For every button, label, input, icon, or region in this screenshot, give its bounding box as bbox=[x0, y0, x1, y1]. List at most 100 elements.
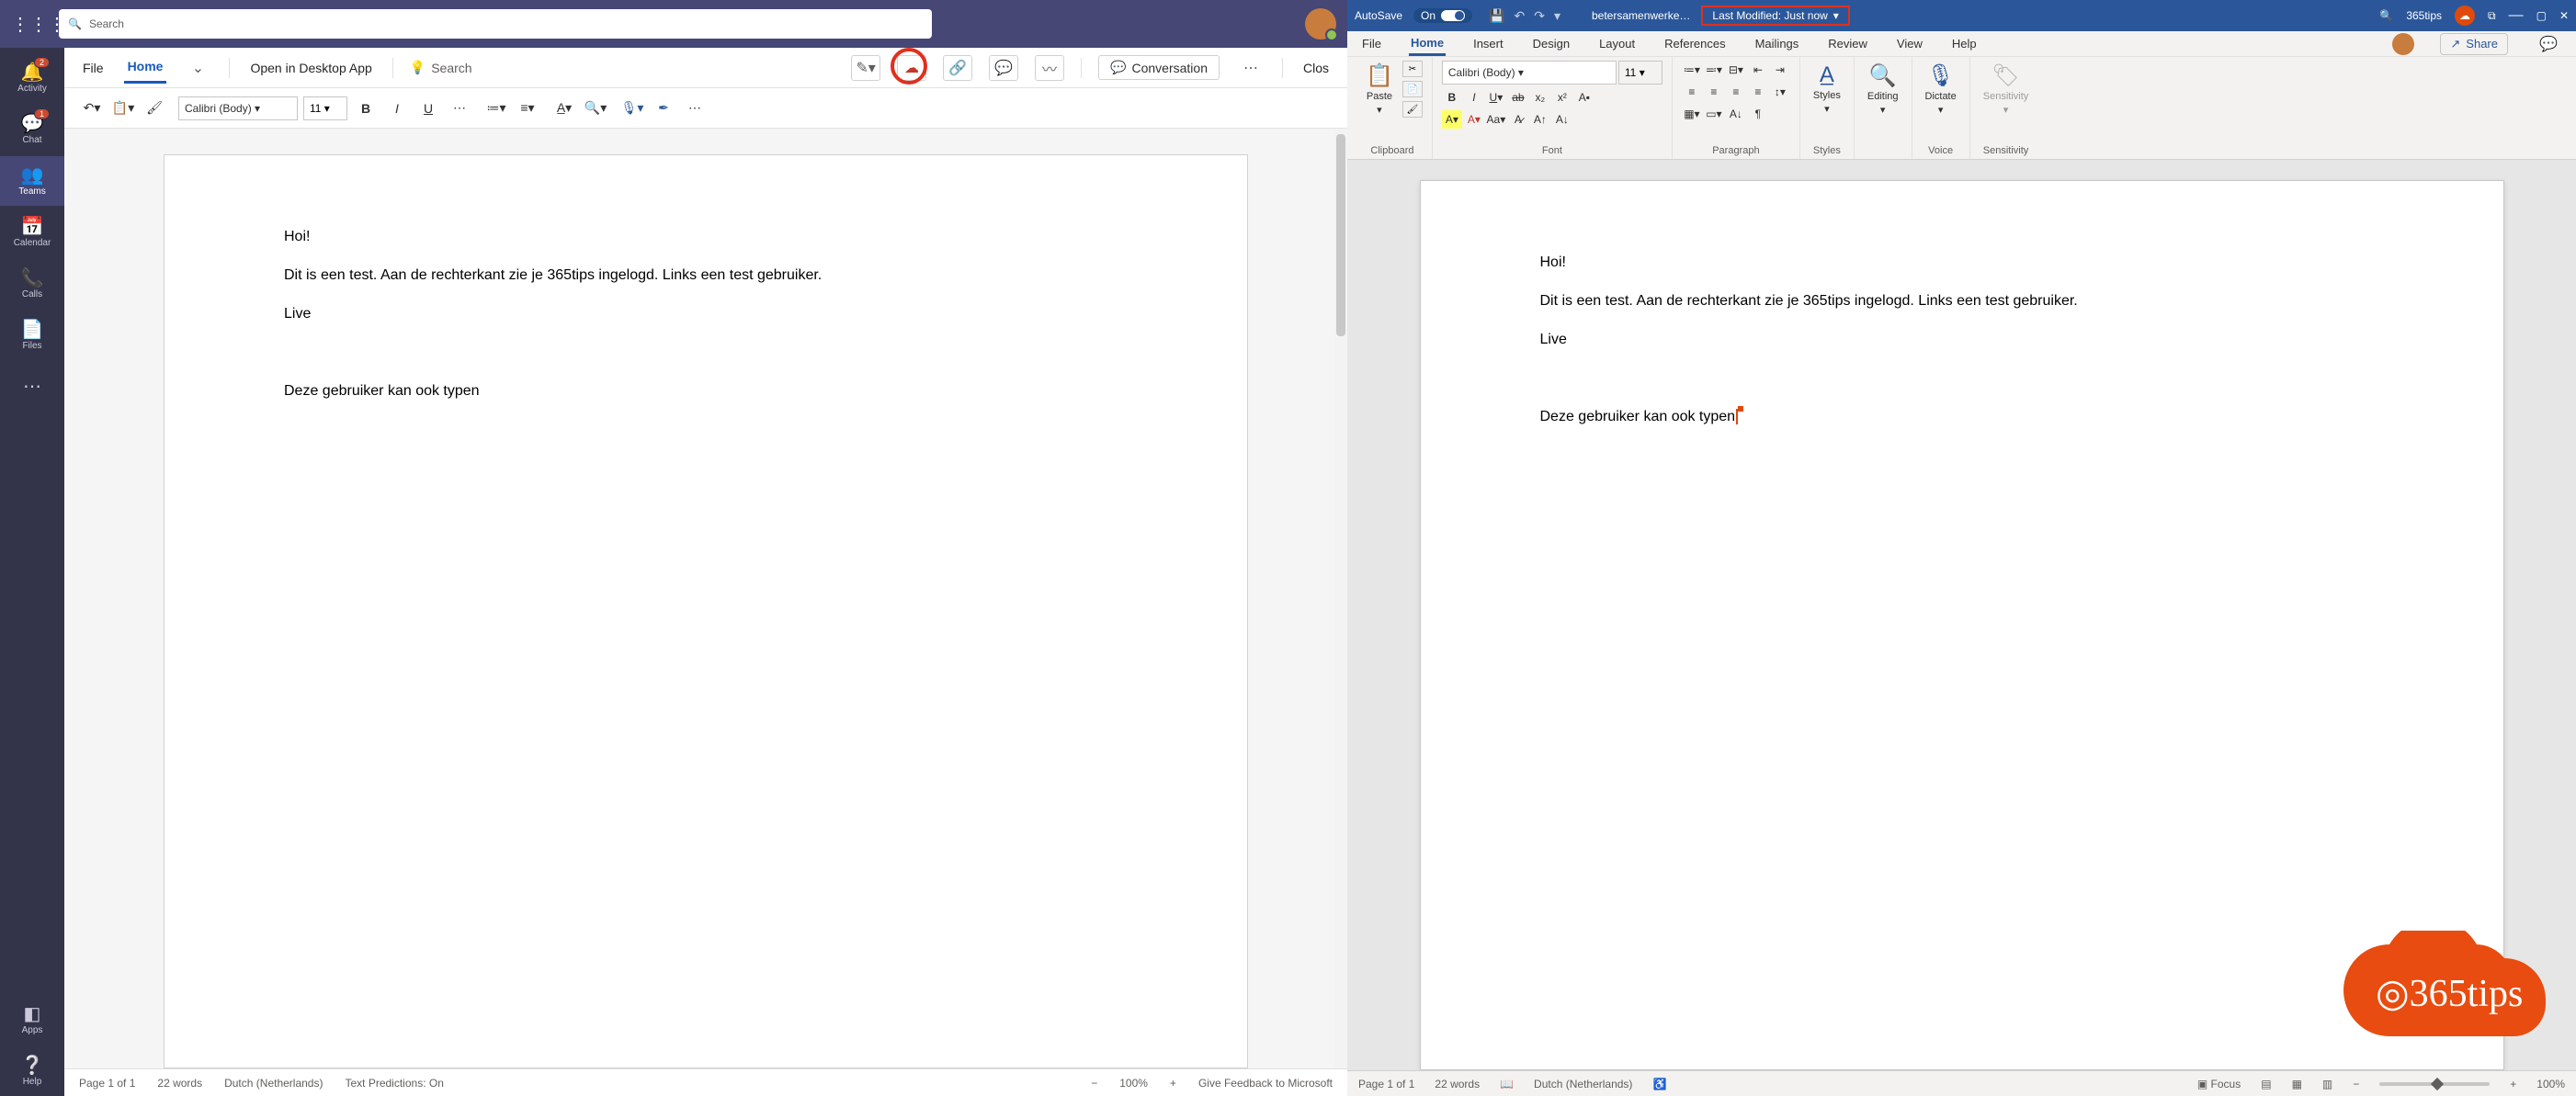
grow-font-button[interactable]: A↑ bbox=[1530, 110, 1550, 129]
maximize-icon[interactable]: ▢ bbox=[2536, 9, 2547, 22]
decrease-indent-button[interactable]: ⇤ bbox=[1748, 61, 1768, 79]
undo-button[interactable]: ↶▾ bbox=[79, 96, 105, 120]
search-box[interactable]: 🔍 Search bbox=[59, 9, 932, 39]
copy-icon[interactable]: 📄 bbox=[1402, 81, 1423, 97]
tab-home[interactable]: Home bbox=[124, 51, 167, 84]
status-page[interactable]: Page 1 of 1 bbox=[79, 1077, 135, 1090]
italic-button[interactable]: I bbox=[1464, 88, 1484, 107]
editor-button[interactable]: ✒ bbox=[651, 96, 676, 120]
ribbon-mode-icon[interactable]: ⧉ bbox=[2488, 9, 2496, 23]
rtab-insert[interactable]: Insert bbox=[1471, 33, 1505, 54]
pen-icon[interactable]: ✎▾ bbox=[851, 55, 880, 81]
focus-mode-button[interactable]: ▣ Focus bbox=[2197, 1078, 2241, 1090]
dictate-button[interactable]: 🎙 Dictate▾ bbox=[1922, 61, 1960, 118]
rail-apps[interactable]: ◧ Apps bbox=[0, 995, 64, 1045]
word-page[interactable]: Hoi! Dit is een test. Aan de rechterkant… bbox=[1420, 180, 2504, 1070]
paragraph[interactable]: Dit is een test. Aan de rechterkant zie … bbox=[1540, 293, 2384, 310]
zoom-slider[interactable] bbox=[2379, 1082, 2490, 1086]
bold-button[interactable]: B bbox=[353, 96, 379, 120]
styles-button[interactable]: A̲ Styles▾ bbox=[1810, 61, 1844, 117]
font-size-combo[interactable]: 11 ▾ bbox=[1618, 61, 1662, 85]
font-size-combo[interactable]: 11 ▾ bbox=[303, 96, 347, 120]
zoom-level[interactable]: 100% bbox=[1119, 1077, 1148, 1090]
justify-button[interactable]: ≡ bbox=[1748, 83, 1768, 101]
feedback-link[interactable]: Give Feedback to Microsoft bbox=[1198, 1077, 1333, 1090]
undo-icon[interactable]: ↶ bbox=[1515, 8, 1526, 24]
activity-icon[interactable]: 〰 bbox=[1035, 55, 1064, 81]
rtab-review[interactable]: Review bbox=[1826, 33, 1869, 54]
link-icon[interactable]: 🔗 bbox=[943, 55, 972, 81]
zoom-level[interactable]: 100% bbox=[2536, 1078, 2565, 1090]
coauthor-avatar[interactable] bbox=[2392, 33, 2414, 55]
rtab-help[interactable]: Help bbox=[1950, 33, 1979, 54]
tab-file[interactable]: File bbox=[79, 53, 108, 83]
font-family-combo[interactable]: Calibri (Body) ▾ bbox=[178, 96, 298, 120]
rail-calls[interactable]: 📞 Calls bbox=[0, 259, 64, 309]
app-launcher-icon[interactable]: ⋮⋮⋮ bbox=[11, 13, 44, 36]
word-canvas[interactable]: Hoi! Dit is een test. Aan de rechterkant… bbox=[1347, 160, 2576, 1070]
paragraph[interactable]: Dit is een test. Aan de rechterkant zie … bbox=[284, 267, 1128, 284]
save-icon[interactable]: 💾 bbox=[1489, 8, 1504, 24]
rtab-references[interactable]: References bbox=[1662, 33, 1727, 54]
comments-pane-icon[interactable]: 💬 bbox=[2534, 31, 2563, 57]
format-painter-icon[interactable]: 🖌 bbox=[142, 96, 167, 120]
align-left-button[interactable]: ≡ bbox=[1682, 83, 1702, 101]
document-title[interactable]: betersamenwerke… bbox=[1592, 9, 1690, 22]
zoom-out-button[interactable]: − bbox=[2353, 1078, 2359, 1090]
bullets-button[interactable]: ≔▾ bbox=[483, 96, 509, 120]
last-modified-badge[interactable]: Last Modified: Just now ▾ bbox=[1701, 6, 1849, 26]
zoom-in-button[interactable]: + bbox=[1170, 1077, 1176, 1090]
rtab-mailings[interactable]: Mailings bbox=[1753, 33, 1801, 54]
multilevel-button[interactable]: ⊟▾ bbox=[1726, 61, 1746, 79]
change-case-button[interactable]: Aa▾ bbox=[1486, 110, 1506, 129]
status-wordcount[interactable]: 22 words bbox=[157, 1077, 202, 1090]
scrollbar-thumb[interactable] bbox=[1336, 134, 1345, 336]
shading-button[interactable]: ▦▾ bbox=[1682, 105, 1702, 123]
more-icon[interactable]: ⋯ bbox=[1236, 55, 1265, 81]
superscript-button[interactable]: x² bbox=[1552, 88, 1572, 107]
status-language[interactable]: Dutch (Netherlands) bbox=[1534, 1078, 1632, 1090]
line-spacing-button[interactable]: ↕▾ bbox=[1770, 83, 1790, 101]
close-icon[interactable]: ✕ bbox=[2559, 9, 2569, 22]
dictate-button[interactable]: 🎙▾ bbox=[619, 96, 645, 120]
more-font-icon[interactable]: ⋯ bbox=[447, 96, 472, 120]
find-button[interactable]: 🔍▾ bbox=[583, 96, 608, 120]
read-mode-icon[interactable]: ▤ bbox=[2261, 1078, 2271, 1090]
font-family-combo[interactable]: Calibri (Body) ▾ bbox=[1442, 61, 1617, 85]
spellcheck-icon[interactable]: 📖 bbox=[1500, 1078, 1514, 1090]
increase-indent-button[interactable]: ⇥ bbox=[1770, 61, 1790, 79]
paste-button[interactable]: 📋▾ bbox=[110, 96, 136, 120]
sort-button[interactable]: A↓ bbox=[1726, 105, 1746, 123]
paragraph[interactable]: Hoi! bbox=[284, 229, 1128, 245]
share-button[interactable]: ↗ Share bbox=[2440, 33, 2508, 55]
search-button[interactable]: 💡 Search bbox=[410, 60, 472, 75]
paste-button[interactable]: 📋 Paste ▾ bbox=[1362, 61, 1397, 118]
align-right-button[interactable]: ≡ bbox=[1726, 83, 1746, 101]
numbering-button[interactable]: ≕▾ bbox=[1704, 61, 1724, 79]
paragraph[interactable]: Deze gebruiker kan ook typen bbox=[1540, 409, 2384, 425]
print-layout-icon[interactable]: ▦ bbox=[2292, 1078, 2302, 1090]
close-button[interactable]: Clos bbox=[1299, 53, 1333, 83]
rtab-layout[interactable]: Layout bbox=[1597, 33, 1637, 54]
rail-more[interactable]: ⋯ bbox=[0, 362, 64, 412]
rail-calendar[interactable]: 📅 Calendar bbox=[0, 208, 64, 257]
align-center-button[interactable]: ≡ bbox=[1704, 83, 1724, 101]
redo-icon[interactable]: ↷ bbox=[1534, 8, 1545, 24]
align-button[interactable]: ≡▾ bbox=[515, 96, 540, 120]
status-page[interactable]: Page 1 of 1 bbox=[1358, 1078, 1414, 1090]
sensitivity-button[interactable]: 🏷 Sensitivity▾ bbox=[1980, 61, 2033, 118]
zoom-in-button[interactable]: + bbox=[2510, 1078, 2516, 1090]
status-language[interactable]: Dutch (Netherlands) bbox=[224, 1077, 323, 1090]
scrollbar[interactable] bbox=[1334, 129, 1347, 1068]
rtab-design[interactable]: Design bbox=[1531, 33, 1572, 54]
search-icon[interactable]: 🔍 bbox=[2379, 9, 2393, 22]
editing-button[interactable]: 🔍 Editing▾ bbox=[1864, 61, 1902, 118]
borders-button[interactable]: ▭▾ bbox=[1704, 105, 1724, 123]
zoom-out-button[interactable]: − bbox=[1091, 1077, 1097, 1090]
strike-button[interactable]: ab bbox=[1508, 88, 1528, 107]
underline-button[interactable]: U▾ bbox=[1486, 88, 1506, 107]
rail-activity[interactable]: 🔔 Activity 2 bbox=[0, 53, 64, 103]
underline-button[interactable]: U bbox=[415, 96, 441, 120]
rail-help[interactable]: ❔ Help bbox=[0, 1046, 64, 1096]
bullets-button[interactable]: ≔▾ bbox=[1682, 61, 1702, 79]
